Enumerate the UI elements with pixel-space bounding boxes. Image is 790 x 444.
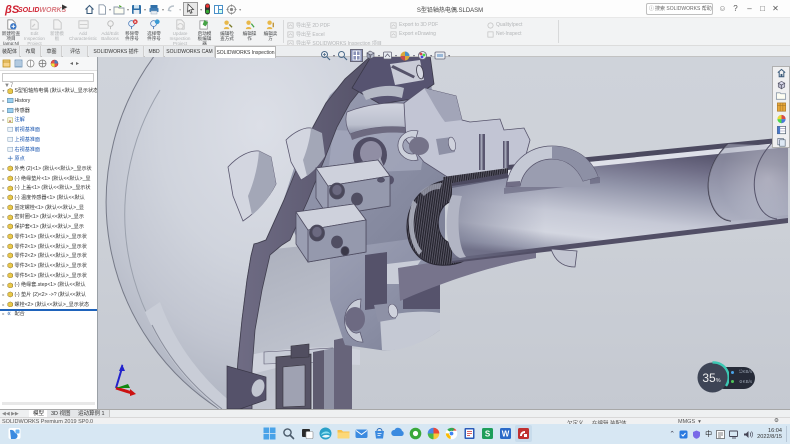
svg-text:S: S <box>485 430 491 439</box>
svg-text:SOLIDWORKS: SOLIDWORKS <box>18 7 67 14</box>
svg-text:W: W <box>502 430 510 439</box>
svg-text:A: A <box>9 118 12 123</box>
